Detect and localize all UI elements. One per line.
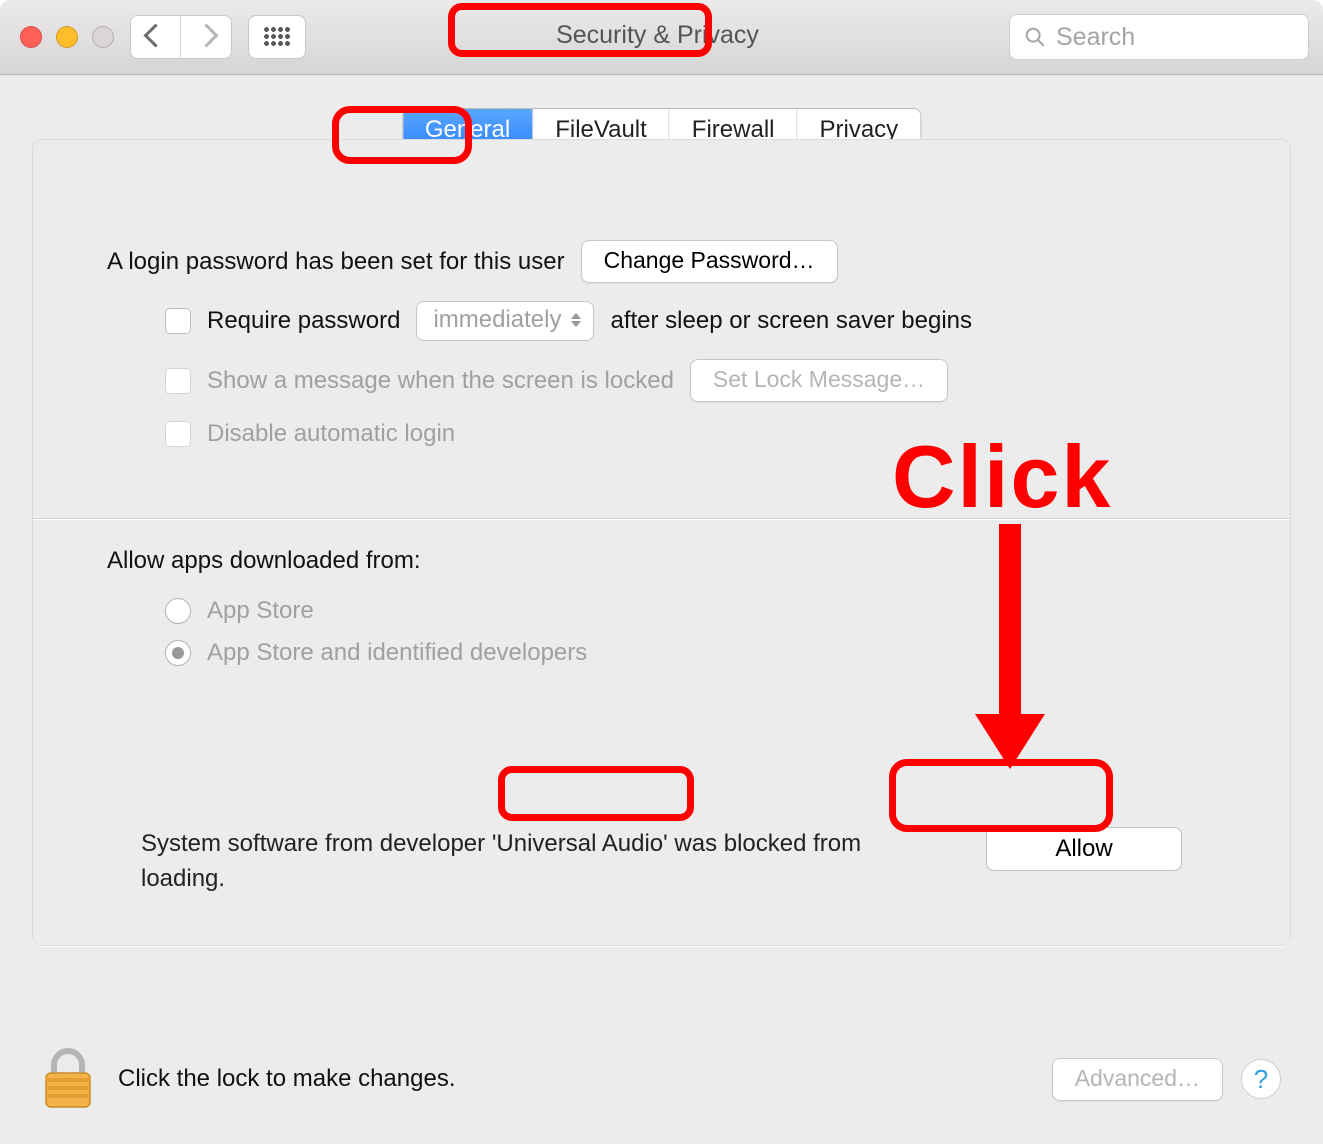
help-icon: ?: [1254, 1064, 1268, 1095]
disable-auto-login-checkbox: [165, 421, 191, 447]
show-lock-message-label: Show a message when the screen is locked: [207, 367, 674, 395]
allow-apps-heading: Allow apps downloaded from:: [107, 547, 421, 575]
system-preferences-window: Security & Privacy Search General FileVa…: [0, 0, 1323, 1144]
titlebar: Security & Privacy Search: [0, 0, 1323, 75]
minimize-window-button[interactable]: [56, 26, 78, 48]
lock-icon[interactable]: [42, 1047, 94, 1111]
back-button[interactable]: [131, 15, 181, 59]
section-divider: [33, 518, 1290, 519]
window-controls: [20, 26, 114, 48]
disable-auto-login-label: Disable automatic login: [207, 420, 455, 448]
show-lock-message-checkbox: [165, 368, 191, 394]
blocked-software-text: System software from developer 'Universa…: [141, 827, 871, 897]
zoom-window-button: [92, 26, 114, 48]
help-button[interactable]: ?: [1241, 1059, 1281, 1099]
chevron-left-icon: [147, 27, 164, 47]
change-password-button[interactable]: Change Password…: [581, 240, 838, 283]
search-placeholder: Search: [1056, 23, 1135, 52]
select-value: immediately: [433, 306, 561, 334]
forward-button: [181, 15, 231, 59]
require-password-delay-select[interactable]: immediately: [416, 301, 594, 341]
radio-identified-developers-label: App Store and identified developers: [207, 639, 587, 667]
general-panel: A login password has been set for this u…: [32, 139, 1291, 946]
search-icon: [1024, 26, 1046, 48]
require-password-suffix: after sleep or screen saver begins: [610, 307, 972, 335]
require-password-label: Require password: [207, 307, 400, 335]
show-all-prefs-button[interactable]: [248, 15, 306, 59]
chevron-right-icon: [198, 27, 215, 47]
advanced-button: Advanced…: [1052, 1058, 1223, 1101]
radio-app-store: [165, 598, 191, 624]
content-area: General FileVault Firewall Privacy A log…: [0, 75, 1323, 1144]
require-password-checkbox[interactable]: [165, 308, 191, 334]
footer-bar: Click the lock to make changes. Advanced…: [0, 1014, 1323, 1144]
window-title: Security & Privacy: [522, 15, 793, 60]
set-lock-message-button: Set Lock Message…: [690, 359, 948, 402]
radio-app-store-label: App Store: [207, 597, 314, 625]
grid-icon: [263, 26, 291, 48]
radio-identified-developers: [165, 640, 191, 666]
allow-button[interactable]: Allow: [986, 827, 1182, 871]
login-password-set-text: A login password has been set for this u…: [107, 248, 565, 276]
close-window-button[interactable]: [20, 26, 42, 48]
blocked-developer: 'Universal Audio': [492, 830, 668, 857]
search-input[interactable]: Search: [1009, 14, 1309, 60]
nav-back-forward: [130, 15, 232, 59]
chevron-updown-icon: [571, 313, 581, 327]
blocked-prefix: System software from developer: [141, 830, 492, 857]
lock-hint-text: Click the lock to make changes.: [118, 1065, 456, 1093]
